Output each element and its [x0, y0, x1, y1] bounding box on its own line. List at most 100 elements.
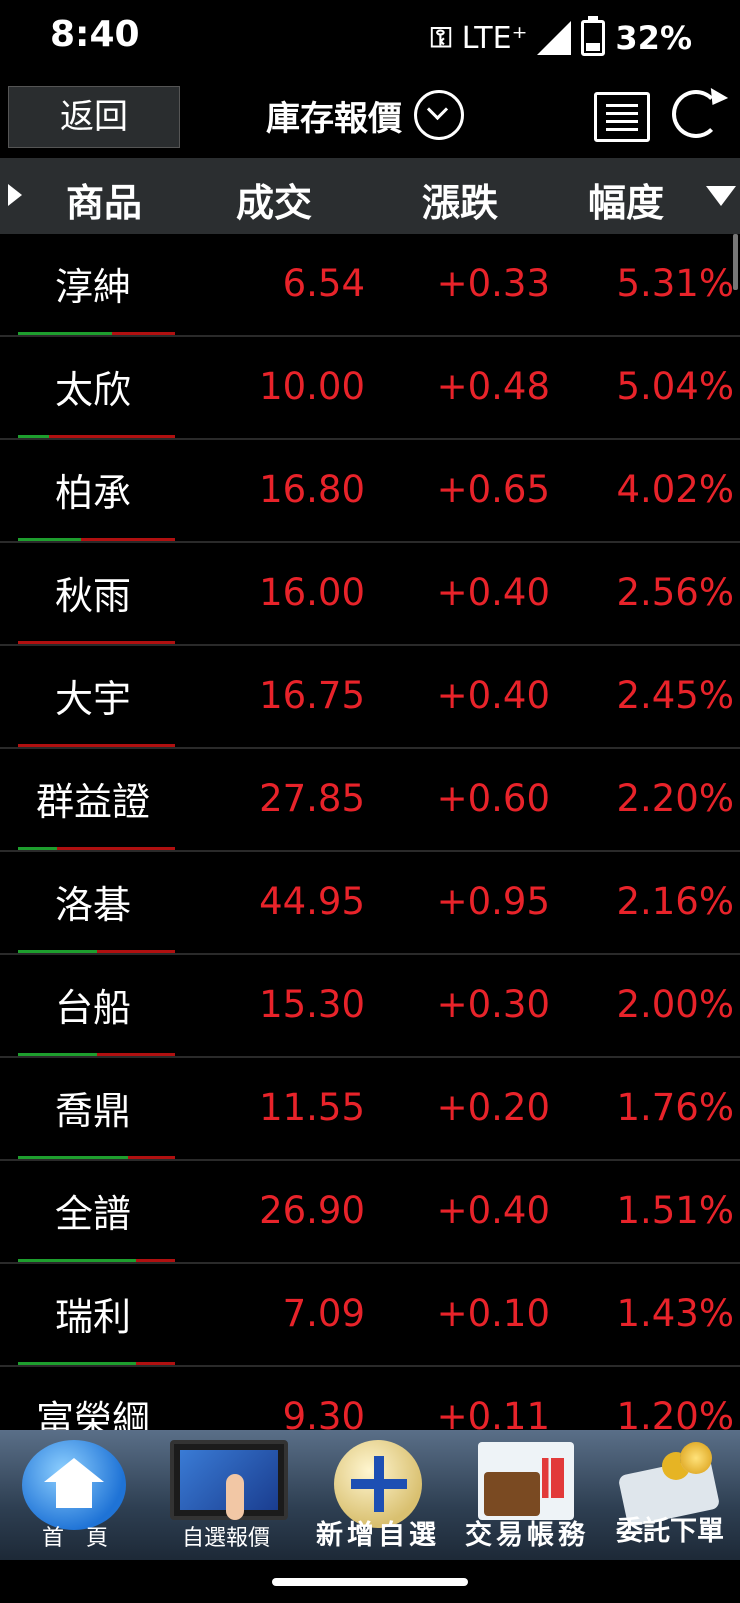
nav-add-label: 新增自選 [316, 1520, 440, 1551]
stock-percent: 1.51% [616, 1189, 734, 1232]
table-row[interactable]: 全譜 26.90 +0.40 1.51% [0, 1161, 740, 1264]
stock-price: 11.55 [259, 1086, 365, 1129]
buy-sell-bar [18, 847, 175, 850]
table-row[interactable]: 喬鼎 11.55 +0.20 1.76% [0, 1058, 740, 1161]
stock-percent: 5.31% [616, 262, 734, 305]
buy-sell-bar [18, 538, 175, 541]
nav-watchlist[interactable]: 自選報價 [150, 1430, 302, 1560]
stock-change: +0.20 [436, 1086, 550, 1129]
page-title: 庫存報價 [266, 98, 402, 139]
page-title-dropdown[interactable]: 庫存報價 [266, 90, 464, 140]
table-row[interactable]: 瑞利 7.09 +0.10 1.43% [0, 1264, 740, 1367]
table-row[interactable]: 洛碁 44.95 +0.95 2.16% [0, 852, 740, 955]
stock-change: +0.40 [436, 571, 550, 614]
buy-sell-bar [18, 1362, 175, 1365]
nav-watchlist-label: 自選報價 [181, 1526, 270, 1551]
vpn-key-icon: ⚿ [430, 21, 452, 54]
nav-home[interactable]: 首 頁 [0, 1430, 150, 1560]
stock-price: 44.95 [259, 880, 365, 923]
battery-icon [581, 16, 606, 56]
stock-price: 9.30 [282, 1395, 365, 1430]
nav-order[interactable]: 委託下單 [600, 1430, 740, 1560]
stock-name: 太欣 [54, 368, 131, 412]
stock-percent: 1.76% [616, 1086, 734, 1129]
table-row[interactable]: 柏承 16.80 +0.65 4.02% [0, 440, 740, 543]
nav-account[interactable]: 交易帳務 [454, 1430, 600, 1560]
buy-sell-bar [18, 641, 175, 644]
nav-home-label: 首 頁 [41, 1526, 108, 1551]
stock-price: 15.30 [259, 983, 365, 1026]
stock-name: 瑞利 [54, 1295, 131, 1339]
bottom-nav: 首 頁 自選報價 新增自選 交易帳務 委託下單 [0, 1430, 740, 1560]
header-price[interactable]: 成交 [236, 172, 312, 227]
stock-name: 群益證 [35, 780, 150, 824]
chevron-down-icon [414, 90, 464, 140]
battery-level: 32% [615, 19, 692, 57]
stock-price: 26.90 [259, 1189, 365, 1232]
nav-account-label: 交易帳務 [465, 1520, 589, 1551]
stock-percent: 5.04% [616, 365, 734, 408]
table-row[interactable]: 秋雨 16.00 +0.40 2.56% [0, 543, 740, 646]
stock-change: +0.60 [436, 777, 550, 820]
stock-change: +0.11 [436, 1395, 550, 1430]
buy-sell-bar [18, 744, 175, 747]
table-row[interactable]: 富榮綱 9.30 +0.11 1.20% [0, 1367, 740, 1430]
network-type: LTE⁺ [461, 20, 528, 56]
tablet-chart-icon [170, 1440, 288, 1520]
buy-sell-bar [18, 332, 175, 335]
stock-name: 富榮綱 [35, 1398, 150, 1430]
nav-add[interactable]: 新增自選 [302, 1430, 454, 1560]
buy-sell-bar [18, 435, 175, 438]
refresh-icon[interactable] [672, 90, 720, 138]
stock-change: +0.65 [436, 468, 550, 511]
buy-sell-bar [18, 1156, 175, 1159]
stock-name: 台船 [54, 986, 131, 1030]
stock-percent: 2.16% [616, 880, 734, 923]
stock-change: +0.40 [436, 1189, 550, 1232]
stock-change: +0.10 [436, 1292, 550, 1335]
status-bar: 8:40 ⚿ LTE⁺ 32% [0, 0, 740, 80]
stock-name: 喬鼎 [54, 1089, 131, 1133]
quote-list[interactable]: 淳紳 6.54 +0.33 5.31% 太欣 10.00 +0.48 5.04% 柏承 16.80… [0, 234, 740, 1430]
table-row[interactable]: 群益證 27.85 +0.60 2.20% [0, 749, 740, 852]
sort-down-icon[interactable] [706, 186, 736, 206]
stock-change: +0.40 [436, 674, 550, 717]
stock-change: +0.95 [436, 880, 550, 923]
header-change[interactable]: 漲跌 [422, 172, 498, 227]
table-row[interactable]: 台船 15.30 +0.30 2.00% [0, 955, 740, 1058]
stock-price: 7.09 [282, 1292, 365, 1335]
table-row[interactable]: 太欣 10.00 +0.48 5.04% [0, 337, 740, 440]
expand-arrow-icon[interactable] [8, 184, 22, 206]
header-pct[interactable]: 幅度 [588, 172, 664, 227]
gesture-home-bar[interactable] [272, 1578, 468, 1586]
stock-price: 10.00 [259, 365, 365, 408]
stock-change: +0.48 [436, 365, 550, 408]
wallet-icon [478, 1442, 574, 1520]
stock-price: 27.85 [259, 777, 365, 820]
header-name[interactable]: 商品 [66, 172, 142, 227]
stock-name: 大宇 [54, 677, 131, 721]
list-view-icon[interactable] [594, 92, 650, 142]
status-time: 8:40 [50, 14, 140, 55]
status-indicators: ⚿ LTE⁺ 32% [430, 14, 692, 62]
stock-name: 全譜 [54, 1192, 131, 1236]
stock-percent: 2.56% [616, 571, 734, 614]
stock-change: +0.30 [436, 983, 550, 1026]
stock-percent: 1.43% [616, 1292, 734, 1335]
table-row[interactable]: 大宇 16.75 +0.40 2.45% [0, 646, 740, 749]
stock-name: 柏承 [54, 471, 131, 515]
table-row[interactable]: 淳紳 6.54 +0.33 5.31% [0, 234, 740, 337]
stock-change: +0.33 [436, 262, 550, 305]
buy-sell-bar [18, 1259, 175, 1262]
scrollbar[interactable] [733, 234, 738, 290]
back-button[interactable]: 返回 [8, 86, 180, 148]
buy-sell-bar [18, 950, 175, 953]
stock-price: 6.54 [282, 262, 365, 305]
table-header: 商品 成交 漲跌 幅度 [0, 158, 740, 234]
buy-sell-bar [18, 1053, 175, 1056]
home-icon [22, 1440, 126, 1530]
top-bar: 返回 庫存報價 [0, 80, 740, 158]
stock-percent: 4.02% [616, 468, 734, 511]
signal-icon [537, 21, 572, 55]
stock-price: 16.75 [259, 674, 365, 717]
